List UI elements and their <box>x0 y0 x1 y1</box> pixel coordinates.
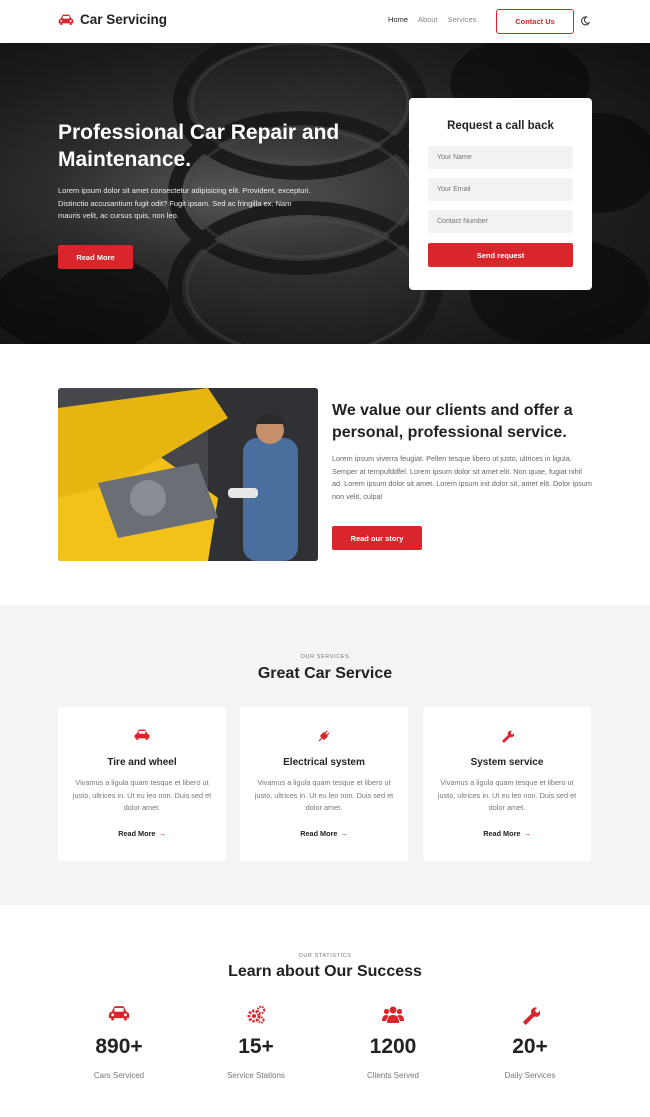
about-title: We value our clients and offer a persona… <box>332 402 573 441</box>
contact-us-button[interactable]: Contact Us <box>496 9 574 34</box>
service-read-more-link[interactable]: Read More → <box>240 829 408 838</box>
plug-icon <box>318 730 330 742</box>
service-read-more-link[interactable]: Read More → <box>423 829 591 838</box>
arrow-right-icon: → <box>340 829 348 838</box>
service-description: Vivamus a ligula quam tesque et libero u… <box>72 778 212 812</box>
stat-value: 890+ <box>95 1035 143 1058</box>
stats-title: Learn about Our Success <box>228 963 422 980</box>
car-icon <box>58 14 74 25</box>
nav-services[interactable]: Services <box>448 15 477 24</box>
link-label: Read More <box>483 829 521 838</box>
callback-title: Request a call back <box>447 120 554 132</box>
link-label: Read More <box>300 829 338 838</box>
service-description: Vivamus a ligula quam tesque et libero u… <box>254 778 394 812</box>
service-title: System service <box>470 757 544 768</box>
read-more-button[interactable]: Read More <box>58 245 133 269</box>
contact-number-field[interactable] <box>428 210 573 233</box>
about-description: Lorem ipsum viverra feugiat. Pellen tesq… <box>332 454 592 502</box>
stat-label: Cars Serviced <box>93 1071 145 1080</box>
service-card: System service Vivamus a ligula quam tes… <box>423 707 591 861</box>
stat-label: Clients Served <box>366 1071 420 1080</box>
services-title: Great Car Service <box>257 665 393 682</box>
service-read-more-link[interactable]: Read More → <box>58 829 226 838</box>
main-nav: Home About Services <box>388 15 476 24</box>
nav-about[interactable]: About <box>418 15 438 24</box>
stat-value: 20+ <box>512 1035 548 1058</box>
service-description: Vivamus a ligula quam tesque et libero u… <box>437 778 577 812</box>
wrench-icon <box>522 1007 540 1025</box>
service-card: Electrical system Vivamus a ligula quam … <box>240 707 408 861</box>
link-label: Read More <box>118 829 156 838</box>
email-field[interactable] <box>428 178 573 201</box>
wrench-icon <box>502 730 514 743</box>
arrow-right-icon: → <box>158 829 166 838</box>
name-field[interactable] <box>428 146 573 169</box>
nav-home[interactable]: Home <box>388 15 408 24</box>
gears-icon <box>247 1005 266 1024</box>
users-icon <box>382 1006 404 1023</box>
hero-description: Lorem ipsum dolor sit amet consectetur a… <box>58 186 311 220</box>
callback-form: Request a call back Send request <box>409 98 592 290</box>
car-icon <box>134 729 150 740</box>
services-eyebrow: OUR SERVICES <box>300 654 350 660</box>
hero-section: Professional Car Repair and Maintenance.… <box>0 43 650 344</box>
service-card: Tire and wheel Vivamus a ligula quam tes… <box>58 707 226 861</box>
brand-logo[interactable]: Car Servicing <box>58 12 167 27</box>
car-icon <box>108 1006 130 1021</box>
hero-title: Professional Car Repair and Maintenance. <box>58 121 340 171</box>
services-section: OUR SERVICES Great Car Service Tire and … <box>0 605 650 905</box>
stat-label: Service Stations <box>227 1071 285 1080</box>
arrow-right-icon: → <box>523 829 531 838</box>
service-title: Electrical system <box>283 757 365 768</box>
read-our-story-button[interactable]: Read our story <box>332 526 422 550</box>
site-header: Car Servicing Home About Services Contac… <box>0 0 650 43</box>
brand-name: Car Servicing <box>80 12 168 27</box>
send-request-button[interactable]: Send request <box>428 243 573 267</box>
stats-eyebrow: OUR STATISTICS <box>298 953 352 959</box>
moon-icon[interactable] <box>580 16 590 26</box>
service-title: Tire and wheel <box>107 757 177 768</box>
stat-value: 15+ <box>238 1035 274 1058</box>
stat-value: 1200 <box>369 1035 417 1058</box>
mechanic-photo <box>58 388 318 561</box>
stat-label: Daily Services <box>504 1071 556 1080</box>
